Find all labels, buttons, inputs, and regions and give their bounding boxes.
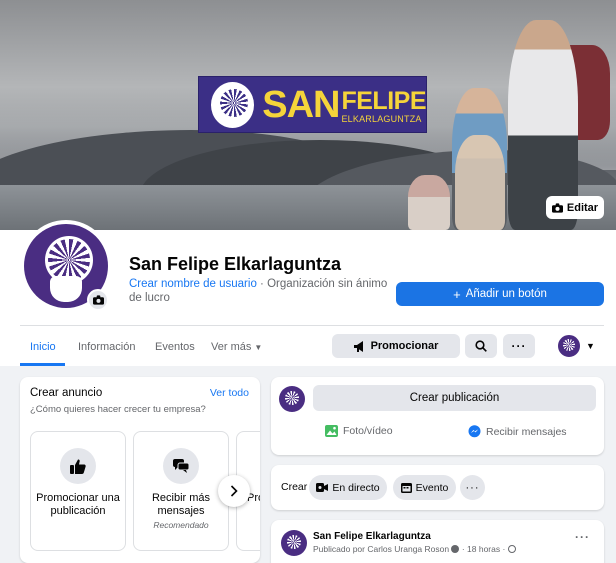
composer-card: Crear publicación Foto/vídeo Recibir men… [271,377,604,455]
edit-cover-button[interactable]: Editar [546,196,604,219]
edit-cover-label: Editar [566,201,599,214]
switch-profile-avatar[interactable] [557,334,581,358]
add-button-label: Añadir un botón [465,288,547,300]
photo-video-label: Foto/vídeo [343,425,393,437]
banner-sub-text: ELKARLAGUNTZA [341,113,422,124]
cover-photo: SAN FELIPE ELKARLAGUNTZA Editar [0,0,616,230]
banner-main-text: SAN [262,83,340,126]
create-ad-subtitle: ¿Cómo quieres hacer crecer tu empresa? [30,404,206,415]
post-published-by: Publicado por Carlos Uranga Roson [313,544,450,554]
tab-eventos[interactable]: Eventos [155,341,195,353]
search-icon [475,340,487,352]
chevron-right-icon [230,485,238,497]
recommended-badge: Recomendado [153,520,209,530]
post-time[interactable]: · 18 horas · [462,544,505,554]
plus-icon: + [453,286,461,302]
banner-brand: SAN FELIPE ELKARLAGUNTZA [262,86,426,124]
photo-video-button[interactable]: Foto/vídeo [325,425,393,437]
change-avatar-button[interactable] [87,289,109,311]
logo-icon [211,81,255,128]
ad-option-promote-post[interactable]: Promocionar una publicación [30,431,126,551]
promote-button[interactable]: Promocionar [332,334,460,358]
more-icon: ··· [511,339,527,353]
ad-option-label: Recibir más mensajes [151,492,211,517]
promote-label: Promocionar [370,340,439,352]
create-ad-card: Crear anuncio Ver todo ¿Cómo quieres hac… [20,377,260,563]
page-subtitle: Crear nombre de usuario · Organización s… [129,277,389,305]
tab-informacion[interactable]: Información [78,341,135,353]
composer-avatar [279,386,305,412]
photo-icon [325,425,338,437]
carousel-next-button[interactable] [218,475,250,507]
tab-ver-mas[interactable]: Ver más ▼ [211,341,262,353]
ad-option-more-messages[interactable]: Recibir más mensajes Recomendado [133,431,229,551]
tab-ver-mas-label: Ver más [211,341,252,353]
tab-inicio[interactable]: Inicio [30,341,56,353]
ad-option-label: Promocionar una publicación [36,492,120,517]
active-tab-indicator [20,363,65,366]
post-meta: Publicado por Carlos Uranga Roson · 18 h… [313,544,516,554]
caret-down-icon[interactable]: ▼ [586,341,595,351]
camera-icon [551,202,563,213]
create-username-link[interactable]: Crear nombre de usuario [129,278,257,290]
event-button[interactable]: Evento [393,475,456,500]
get-messages-button[interactable]: Recibir mensajes [468,425,567,438]
more-options-button[interactable]: ··· [503,334,535,358]
camera-icon [92,295,104,305]
thumbs-up-icon [60,448,96,484]
add-button-button[interactable]: + Añadir un botón [396,282,604,306]
header-divider [20,325,604,326]
live-label: En directo [332,481,380,494]
messenger-icon [468,425,481,438]
create-ad-title: Crear anuncio [30,387,103,399]
video-camera-icon [316,483,329,492]
search-button[interactable] [465,334,497,358]
globe-icon [507,545,516,553]
create-bar: Crear En directo Evento ··· [271,465,604,510]
event-label: Evento [415,481,449,494]
banner-second-text: FELIPE [341,86,426,115]
post-author[interactable]: San Felipe Elkarlaguntza [313,531,431,542]
see-all-link[interactable]: Ver todo [210,387,249,399]
post-card: San Felipe Elkarlaguntza Publicado por C… [271,520,604,563]
post-options-button[interactable]: ··· [575,530,590,544]
cover-logo-banner: SAN FELIPE ELKARLAGUNTZA [198,76,427,133]
cover-person [408,175,450,230]
megaphone-icon [353,340,363,352]
create-post-button[interactable]: Crear publicación [313,385,596,411]
post-avatar[interactable] [281,530,307,556]
more-icon: ··· [465,481,480,494]
caret-down-icon: ▼ [254,343,263,352]
get-messages-label: Recibir mensajes [486,425,567,438]
more-create-options-button[interactable]: ··· [460,475,485,500]
page-title: San Felipe Elkarlaguntza [129,254,342,274]
info-icon [451,545,460,553]
live-button[interactable]: En directo [309,475,387,500]
calendar-icon [400,483,412,493]
create-bar-label: Crear [281,481,308,493]
cover-person [455,135,505,230]
chat-icon [163,448,199,484]
